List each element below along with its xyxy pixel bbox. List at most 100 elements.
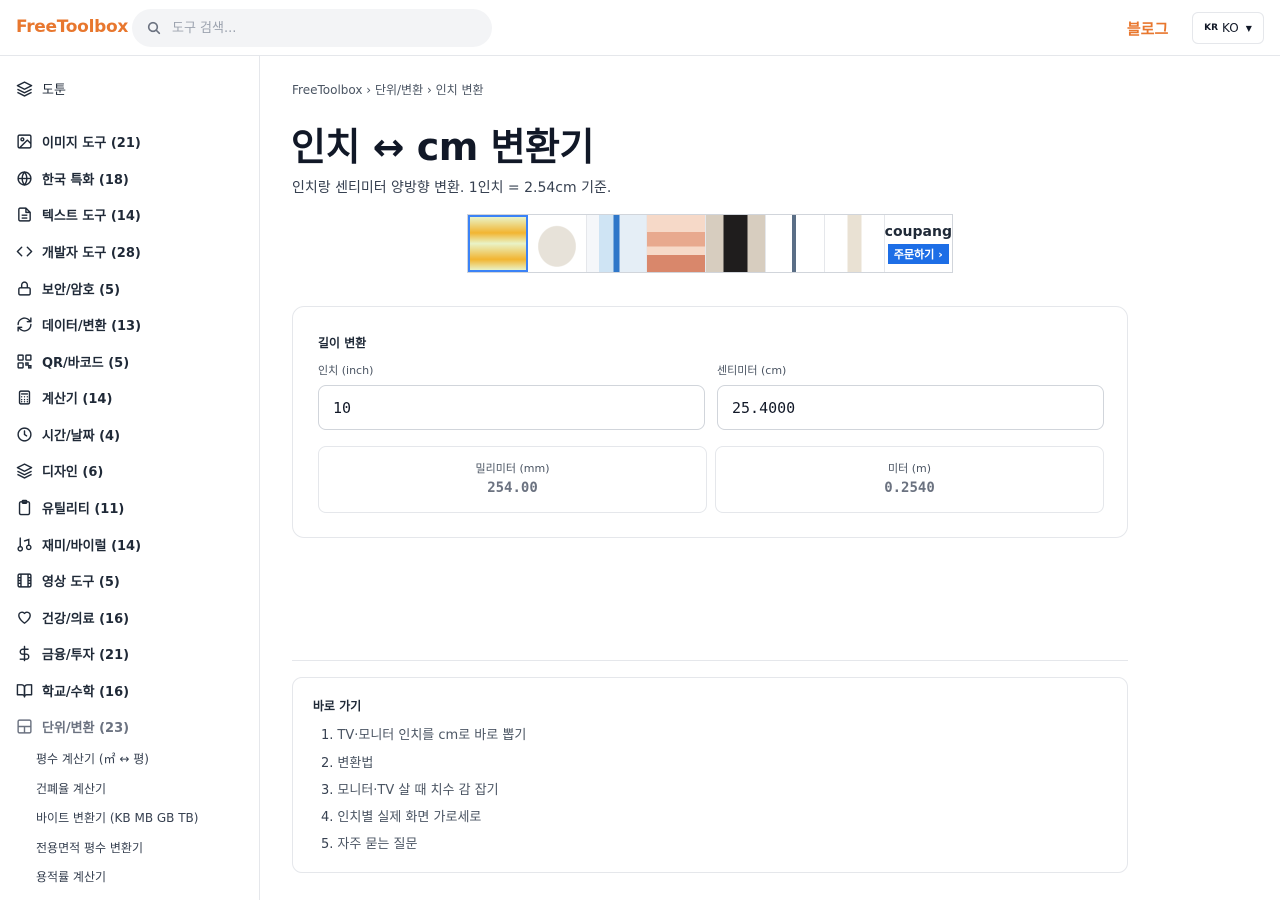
sidebar-item-label: 계산기 (14)	[42, 391, 113, 407]
sidebar: 도툰 이미지 도구 (21) 한국 특화 (18) 텍스트 도구 (14) 개발…	[0, 56, 260, 900]
ad-product-thumbnail[interactable]	[587, 215, 647, 272]
sidebar-item-finance[interactable]: 금융/투자 (21)	[16, 641, 129, 665]
language-selector[interactable]: KR KO ▼	[1192, 12, 1264, 44]
sidebar-item-text-tools[interactable]: 텍스트 도구 (14)	[16, 202, 141, 226]
sidebar-item-label: 텍스트 도구 (14)	[42, 208, 141, 224]
length-converter-card: 길이 변환 인치 (inch) 센티미터 (cm) 밀리미터 (mm) 254.…	[292, 306, 1128, 538]
toc-title: 바로 가기	[313, 699, 362, 713]
ad-product-thumbnail[interactable]	[706, 215, 766, 272]
toc-item-link[interactable]: TV·모니터 인치를 cm로 바로 뽑기	[337, 728, 526, 743]
toc-item-number: 3.	[321, 783, 334, 798]
refresh-icon	[17, 316, 32, 332]
sidebar-item-label: 학교/수학 (16)	[42, 684, 130, 700]
sidebar-subitem-pyeong[interactable]: 평수 계산기 (㎡ ↔ 평)	[36, 750, 149, 767]
clipboard-icon	[18, 499, 31, 515]
sidebar-subitem-bytes[interactable]: 바이트 변환기 (KB MB GB TB)	[36, 809, 198, 826]
sidebar-item-label: 개발자 도구 (28)	[42, 245, 141, 261]
sidebar-item-label: 보안/암호 (5)	[42, 282, 121, 298]
sidebar-item-fun[interactable]: 재미/바이럴 (14)	[16, 532, 141, 556]
code-icon	[16, 246, 33, 256]
ad-order-button[interactable]: 주문하기 ›	[887, 243, 949, 264]
sidebar-item-time-date[interactable]: 시간/날짜 (4)	[16, 422, 120, 446]
toc-item[interactable]: 1. TV·모니터 인치를 cm로 바로 뽑기	[321, 724, 526, 743]
breadcrumb-separator: ›	[426, 83, 432, 97]
sidebar-item-label: QR/바코드 (5)	[42, 355, 130, 371]
sidebar-item-label: 영상 도구 (5)	[42, 574, 120, 590]
music-icon	[17, 536, 32, 552]
sidebar-item-qr[interactable]: QR/바코드 (5)	[16, 349, 129, 373]
ad-product-thumbnail[interactable]	[527, 215, 588, 272]
toc-item-link[interactable]: 모니터·TV 살 때 치수 감 잡기	[337, 783, 498, 798]
toc-item-link[interactable]: 자주 묻는 질문	[337, 837, 417, 852]
table-of-contents: 바로 가기 1. TV·모니터 인치를 cm로 바로 뽑기 2. 변환법 3. 모니터…	[292, 677, 1128, 873]
qr-icon	[17, 353, 32, 369]
sidebar-item-label: 도툰	[42, 82, 66, 98]
film-icon	[17, 572, 32, 588]
toc-item[interactable]: 5. 자주 묻는 질문	[321, 833, 417, 852]
top-header: FreeToolbox 블로그 KR KO ▼	[0, 0, 1280, 56]
cm-input[interactable]	[717, 385, 1104, 430]
sidebar-subitem-exclusive-area[interactable]: 전용면적 평수 변환기	[36, 839, 143, 856]
sidebar-item-health[interactable]: 건강/의료 (16)	[16, 605, 129, 629]
toc-item-link[interactable]: 변환법	[337, 756, 373, 771]
sidebar-item-label: 유틸리티 (11)	[42, 501, 125, 517]
search-bar[interactable]	[132, 9, 492, 47]
breadcrumb-category[interactable]: 단위/변환	[375, 83, 423, 97]
sidebar-item-label: 건강/의료 (16)	[42, 611, 130, 627]
toc-item-number: 2.	[321, 756, 334, 771]
sidebar-item-dotoon[interactable]: 도툰	[16, 76, 66, 100]
ad-brand[interactable]: coupang 주문하기 ›	[885, 215, 952, 272]
toc-item[interactable]: 3. 모니터·TV 살 때 치수 감 잡기	[321, 779, 499, 798]
breadcrumb-current: 인치 변환	[435, 83, 484, 97]
sidebar-item-school[interactable]: 학교/수학 (16)	[16, 678, 129, 702]
language-code: KO	[1222, 21, 1239, 35]
ad-product-thumbnail[interactable]	[646, 215, 707, 272]
blog-link[interactable]: 블로그	[1127, 18, 1168, 39]
cm-label: 센티미터 (cm)	[717, 364, 787, 377]
book-icon	[16, 683, 33, 698]
image-icon	[17, 133, 32, 149]
site-logo[interactable]: FreeToolbox	[16, 17, 128, 37]
breadcrumb-separator: ›	[366, 83, 372, 97]
sidebar-item-data-convert[interactable]: 데이터/변환 (13)	[16, 312, 141, 336]
clock-icon	[17, 426, 32, 442]
sidebar-item-label: 시간/날짜 (4)	[42, 428, 121, 444]
sidebar-item-label: 데이터/변환 (13)	[42, 318, 142, 334]
breadcrumb-home[interactable]: FreeToolbox	[292, 83, 362, 97]
heart-icon	[18, 611, 31, 624]
ad-product-thumbnail[interactable]	[825, 215, 885, 272]
sidebar-subitem-floor-area[interactable]: 용적률 계산기	[36, 868, 106, 885]
sidebar-item-dev-tools[interactable]: 개발자 도구 (28)	[16, 239, 141, 263]
sidebar-item-security[interactable]: 보안/암호 (5)	[16, 276, 120, 300]
toc-item[interactable]: 4. 인치별 실제 화면 가로세로	[321, 806, 481, 825]
toc-item-number: 5.	[321, 837, 334, 852]
sidebar-subitem-coverage[interactable]: 건폐율 계산기	[36, 780, 106, 797]
inch-input[interactable]	[318, 385, 705, 430]
search-input[interactable]	[172, 20, 472, 36]
ad-banner[interactable]: coupang 주문하기 ›	[467, 214, 953, 273]
ad-product-thumbnail[interactable]	[765, 215, 826, 272]
globe-icon	[17, 170, 32, 186]
sidebar-item-label: 이미지 도구 (21)	[42, 135, 141, 151]
sidebar-item-label: 단위/변환 (23)	[42, 720, 130, 736]
page-title: 인치 ↔ cm 변환기	[291, 125, 594, 169]
sidebar-item-label: 디자인 (6)	[42, 464, 104, 480]
ad-product-thumbnail[interactable]	[468, 215, 528, 272]
converter-title: 길이 변환	[318, 336, 367, 350]
sidebar-item-video[interactable]: 영상 도구 (5)	[16, 568, 120, 592]
sidebar-item-design[interactable]: 디자인 (6)	[16, 458, 103, 482]
page-description: 인치랑 센티미터 양방향 변환. 1인치 = 2.54cm 기준.	[292, 180, 612, 196]
toc-item-link[interactable]: 인치별 실제 화면 가로세로	[337, 810, 481, 825]
dollar-icon	[19, 645, 30, 661]
sidebar-item-utility[interactable]: 유틸리티 (11)	[16, 495, 124, 519]
sidebar-item-image-tools[interactable]: 이미지 도구 (21)	[16, 129, 141, 153]
toc-item-number: 4.	[321, 810, 334, 825]
sidebar-item-unit-convert[interactable]: 단위/변환 (23)	[16, 714, 129, 738]
inch-label: 인치 (inch)	[318, 364, 374, 377]
flag-icon: KR	[1204, 23, 1219, 33]
layers-icon	[16, 80, 33, 97]
sidebar-item-calculator[interactable]: 계산기 (14)	[16, 385, 112, 409]
sidebar-item-korea[interactable]: 한국 특화 (18)	[16, 166, 129, 190]
lock-icon	[18, 280, 31, 296]
toc-item[interactable]: 2. 변환법	[321, 752, 373, 771]
